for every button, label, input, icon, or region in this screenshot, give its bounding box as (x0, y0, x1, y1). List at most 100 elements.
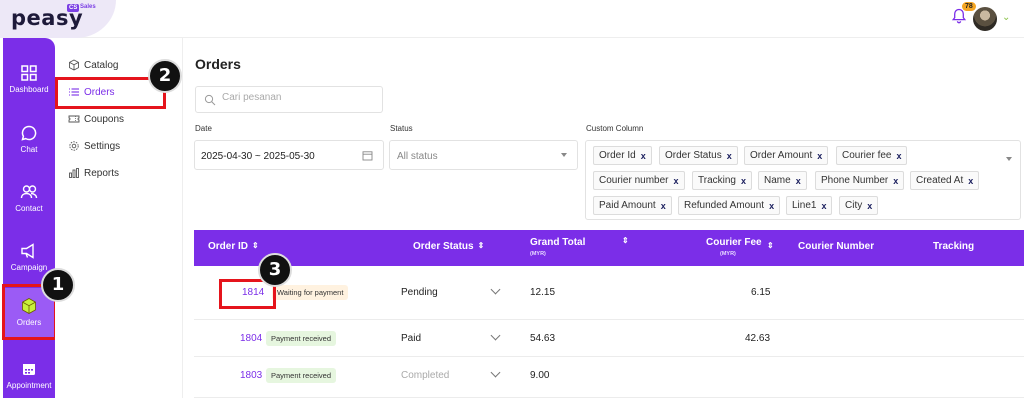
submenu-item-reports[interactable]: Reports (68, 167, 119, 179)
table-row[interactable]: 1803 Payment received Completed 9.00 (194, 357, 1024, 398)
close-icon[interactable]: x (641, 151, 646, 161)
sidebar-item-appointment[interactable]: Appointment (3, 360, 55, 390)
column-header-grand-total[interactable]: Grand Total (530, 237, 585, 248)
chip-label: Created At (916, 175, 964, 186)
close-icon[interactable]: x (896, 151, 901, 161)
close-icon[interactable]: x (796, 176, 801, 186)
column-chip: Refunded Amount x (678, 196, 781, 215)
column-header-tracking[interactable]: Tracking (933, 241, 974, 252)
page-title: Orders (195, 56, 241, 72)
search-box[interactable] (195, 86, 383, 113)
order-id-link[interactable]: 1804 (240, 333, 262, 344)
column-header-order-status[interactable]: Order Status ⇕ (413, 241, 484, 252)
main-sidebar: Dashboard Chat Contact Campaign Orders A… (3, 38, 55, 398)
date-range-value: 2025-04-30 ~ 2025-05-30 (201, 151, 315, 162)
chevron-down-icon[interactable] (1006, 157, 1012, 161)
order-id-link[interactable]: 1803 (240, 370, 262, 381)
close-icon[interactable]: x (893, 176, 898, 186)
table-row[interactable]: 1804 Payment received Paid 54.63 42.63 (194, 320, 1024, 357)
order-status: Completed (401, 370, 450, 381)
chevron-down-icon[interactable] (490, 330, 501, 341)
avatar[interactable] (973, 7, 997, 31)
column-chip: Name x (758, 171, 807, 190)
sort-icon[interactable]: ⇕ (252, 241, 259, 250)
table-row[interactable]: 1814 Waiting for payment Pending 12.15 6… (194, 266, 1024, 320)
submenu-item-label: Coupons (84, 113, 125, 125)
submenu-item-label: Settings (84, 140, 121, 152)
close-icon[interactable]: x (817, 151, 822, 161)
bar-chart-icon (69, 168, 79, 178)
order-status: Paid (401, 333, 422, 344)
chevron-down-icon[interactable]: ⌄ (1002, 12, 1010, 23)
submenu-item-coupons[interactable]: Coupons (68, 113, 124, 125)
sort-icon[interactable]: ⇕ (763, 241, 774, 252)
date-label: Date (195, 124, 212, 133)
column-chip: Line1 x (786, 196, 833, 215)
column-header-courier-number[interactable]: Courier Number (798, 241, 874, 252)
column-chip: City x (839, 196, 879, 215)
sidebar-item-contact[interactable]: Contact (3, 183, 55, 213)
sidebar-item-campaign[interactable]: Campaign (3, 242, 55, 272)
close-icon[interactable]: x (867, 201, 872, 211)
courier-fee-unit: (MYR) (720, 251, 736, 257)
callout-marker-3: 3 (258, 253, 292, 287)
sort-icon[interactable]: ⇕ (478, 241, 485, 250)
column-header-courier-fee[interactable]: Courier Fee (706, 237, 762, 248)
close-icon[interactable]: x (968, 176, 973, 186)
sidebar-item-label: Campaign (10, 263, 48, 272)
status-select[interactable]: All status (389, 140, 578, 170)
chip-label: City (845, 200, 863, 211)
payment-status-badge: Payment received (266, 368, 337, 383)
chip-label: Phone Number (821, 175, 889, 186)
courier-fee: 42.63 (745, 333, 771, 344)
search-input[interactable] (222, 92, 372, 103)
submenu-item-label: Catalog (84, 59, 119, 71)
chevron-down-icon[interactable] (490, 367, 501, 378)
close-icon[interactable]: x (769, 201, 774, 211)
sidebar-item-chat[interactable]: Chat (3, 124, 55, 154)
close-icon[interactable]: x (741, 176, 746, 186)
megaphone-icon (21, 243, 34, 259)
column-chip: Paid Amount x (593, 196, 672, 215)
sort-icon[interactable]: ⇕ (618, 236, 629, 247)
payment-status-badge: Payment received (266, 331, 337, 346)
users-icon (20, 185, 38, 199)
column-chip: Phone Number x (815, 171, 905, 190)
date-range-picker[interactable]: 2025-04-30 ~ 2025-05-30 (194, 140, 384, 170)
order-status: Pending (401, 287, 438, 298)
chevron-down-icon (561, 153, 567, 157)
close-icon[interactable]: x (727, 151, 732, 161)
sidebar-item-label: Dashboard (9, 85, 49, 94)
grand-total: 12.15 (530, 287, 556, 298)
chip-label: Courier fee (842, 150, 892, 161)
callout-marker-1: 1 (41, 268, 75, 302)
chat-icon (21, 125, 37, 141)
main-content: Orders Date Status Custom Column 2025-04… (184, 38, 1024, 398)
search-icon (204, 94, 216, 106)
column-chip: Courier number x (593, 171, 685, 190)
submenu-item-catalog[interactable]: Catalog (68, 59, 118, 71)
chip-label: Courier number (599, 175, 669, 186)
submenu-item-settings[interactable]: Settings (68, 140, 120, 152)
chevron-down-icon[interactable] (490, 284, 501, 295)
courier-fee: 6.15 (751, 287, 771, 298)
chip-label: Paid Amount (599, 200, 656, 211)
sidebar-item-dashboard[interactable]: Dashboard (3, 64, 55, 94)
chip-label: Order Id (599, 150, 636, 161)
orders-table-header: Order ID ⇕ Order Status ⇕ Grand Total (MYR… (194, 230, 1024, 266)
cube-icon (69, 59, 79, 71)
calendar-icon (23, 364, 35, 375)
sidebar-item-label: Contact (15, 204, 43, 213)
column-header-order-id[interactable]: Order ID ⇕ (208, 241, 259, 252)
close-icon[interactable]: x (661, 201, 666, 211)
submenu-item-label: Reports (84, 167, 120, 179)
sidebar-item-label: Chat (20, 145, 38, 154)
close-icon[interactable]: x (673, 176, 678, 186)
custom-column-select[interactable]: Order Id x Order Status x Order Amount x Co… (585, 140, 1021, 220)
column-chip: Courier fee x (836, 146, 908, 165)
ticket-icon (68, 115, 80, 123)
close-icon[interactable]: x (821, 201, 826, 211)
column-chip: Order Id x (593, 146, 652, 165)
column-chip: Tracking x (692, 171, 752, 190)
chip-label: Name (764, 175, 791, 186)
